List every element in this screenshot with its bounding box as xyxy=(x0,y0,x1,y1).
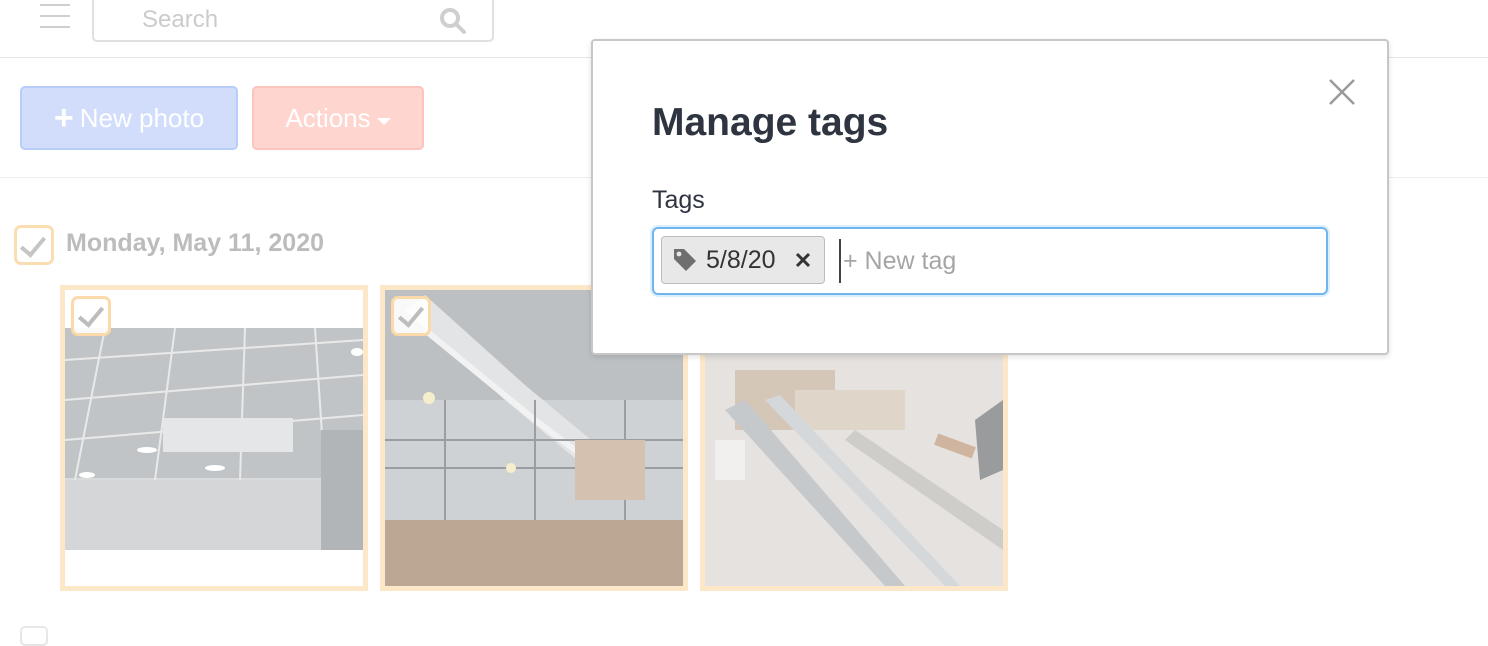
checkmark-icon xyxy=(77,300,105,328)
photo-select-checkbox[interactable] xyxy=(391,296,431,336)
checkmark-icon xyxy=(397,300,425,328)
tag-icon xyxy=(674,249,696,271)
tags-input-field[interactable]: 5/8/20 xyxy=(652,227,1328,295)
new-tag-input[interactable] xyxy=(839,239,1313,283)
photo-select-checkbox[interactable] xyxy=(71,296,111,336)
tag-chip: 5/8/20 xyxy=(661,236,825,284)
tags-field-label: Tags xyxy=(652,186,705,214)
tag-chip-label: 5/8/20 xyxy=(706,246,776,274)
remove-tag-icon[interactable] xyxy=(794,251,812,269)
close-icon[interactable] xyxy=(1327,77,1357,107)
photos-page: + New photo Actions Monday, May 11, 2020 xyxy=(0,0,1488,646)
manage-tags-modal: Manage tags Tags 5/8/20 xyxy=(591,39,1389,355)
modal-title: Manage tags xyxy=(652,101,889,144)
